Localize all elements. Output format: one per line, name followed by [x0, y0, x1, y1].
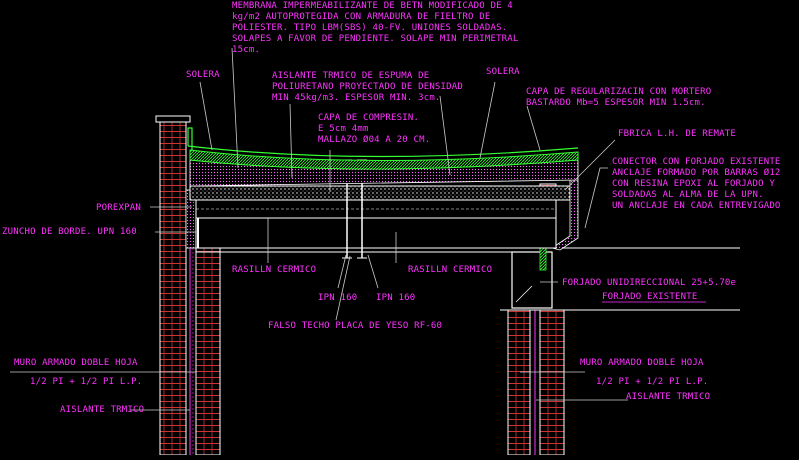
aislante-top-line-2: POLIURETANO PROYECTADO DE DENSIDAD [272, 82, 463, 92]
right-wall-inner-leaf [507, 309, 531, 456]
label-rasillon-left: RASILLN CERMICO [232, 265, 316, 275]
compression-layer [189, 185, 571, 201]
label-muro-left: MURO ARMADO DOBLE HOJA 1/2 PI + 1/2 PI L… [14, 358, 142, 387]
label-ipn-right: IPN 160 [376, 293, 415, 303]
left-wall-parapet-cap [155, 115, 191, 123]
capa-regularizacion-line-1: CAPA DE REGULARIZACIN CON MORTERO [526, 87, 711, 97]
capa-regularizacion-line-2: BASTARDO Mb=5 ESPESOR MIN 1.5cm. [526, 98, 706, 108]
muro-left-line-2: 1/2 PI + 1/2 PI L.P. [30, 377, 142, 387]
label-conector: CONECTOR CON FORJADO EXISTENTE ANCLAJE F… [612, 157, 781, 211]
label-zuncho: ZUNCHO DE BORDE. UPN 160 [2, 227, 137, 237]
capa-compresion-line-1: CAPA DE COMPRESIN. [318, 113, 419, 123]
label-forjado-existente: FORJADO EXISTENTE [602, 292, 698, 302]
conector-line-5: UN ANCLAJE EN CADA ENTREVIGADO [612, 201, 781, 211]
label-muro-right: MURO ARMADO DOBLE HOJA 1/2 PI + 1/2 PI L… [580, 358, 708, 387]
right-wall-outer-leaf [539, 309, 565, 456]
label-forjado-unidireccional: FORJADO UNIDIRECCIONAL 25+5.70e [562, 278, 736, 288]
roof-section-detail: MEMBRANA IMPERMEABILIZANTE DE BETN MODIF… [2, 1, 781, 456]
membrana-line-3: POLIESTER. TIPO LBM(SBS) 40-FV. UNIONES … [232, 23, 507, 33]
label-capa-regularizacion: CAPA DE REGULARIZACIN CON MORTERO BASTAR… [526, 87, 711, 108]
label-capa-compresion: CAPA DE COMPRESIN. E 5cm 4mm MALLAZO Ø04… [318, 113, 430, 145]
aislante-top-line-3: MIN 45kg/m3. ESPESOR MIN. 3cm. [272, 93, 441, 103]
conector-line-3: CON RESINA EPOXI AL FORJADO Y [612, 179, 775, 189]
label-solera-right: SOLERA [486, 67, 520, 77]
membrana-line-1: MEMBRANA IMPERMEABILIZANTE DE BETN MODIF… [232, 1, 513, 11]
cad-drawing-canvas: MEMBRANA IMPERMEABILIZANTE DE BETN MODIF… [0, 0, 799, 456]
label-aislante-left: AISLANTE TRMICO [60, 405, 144, 415]
label-membrana: MEMBRANA IMPERMEABILIZANTE DE BETN MODIF… [232, 1, 519, 55]
label-ipn-left: IPN 160 [318, 293, 357, 303]
conector-line-2: ANCLAJE FORMADO POR BARRAS Ø12 [612, 167, 781, 178]
label-fabrica-remate: FBRICA L.H. DE REMATE [618, 129, 736, 139]
muro-right-line-2: 1/2 PI + 1/2 PI L.P. [596, 377, 708, 387]
muro-right-line-1: MURO ARMADO DOBLE HOJA [580, 358, 704, 368]
membrana-line-5: 15cm. [232, 45, 260, 55]
label-solera-left: SOLERA [186, 70, 220, 80]
label-aislante-top: AISLANTE TRMICO DE ESPUMA DE POLIURETANO… [272, 71, 463, 103]
capa-compresion-line-2: E 5cm 4mm [318, 124, 369, 134]
label-falso-techo: FALSO TECHO PLACA DE YESO RF-60 [268, 321, 442, 331]
aislante-top-line-1: AISLANTE TRMICO DE ESPUMA DE [272, 71, 429, 81]
membrana-line-4: SOLAPES A FAVOR DE PENDIENTE. SOLAPE MIN… [232, 34, 519, 44]
label-rasillon-right: RASILLN CERMICO [408, 265, 492, 275]
conector-line-1: CONECTOR CON FORJADO EXISTENTE [612, 157, 781, 167]
capa-compresion-line-3: MALLAZO Ø04 A 20 CM. [318, 134, 430, 145]
membrana-line-2: kg/m2 AUTOPROTEGIDA CON ARMADURA DE FIEL… [232, 12, 490, 22]
conector-line-4: SOLDADAS AL ALMA DE LA UPN. [612, 190, 764, 200]
label-porexpan: POREXPAN [96, 203, 141, 213]
left-wall-outer-leaf [159, 117, 187, 456]
muro-left-line-1: MURO ARMADO DOBLE HOJA [14, 358, 138, 368]
solera-top-line [187, 145, 579, 158]
slab-bottom-flange [195, 217, 557, 249]
left-wall-inner-leaf [195, 247, 221, 456]
label-aislante-right: AISLANTE TRMICO [626, 392, 710, 402]
